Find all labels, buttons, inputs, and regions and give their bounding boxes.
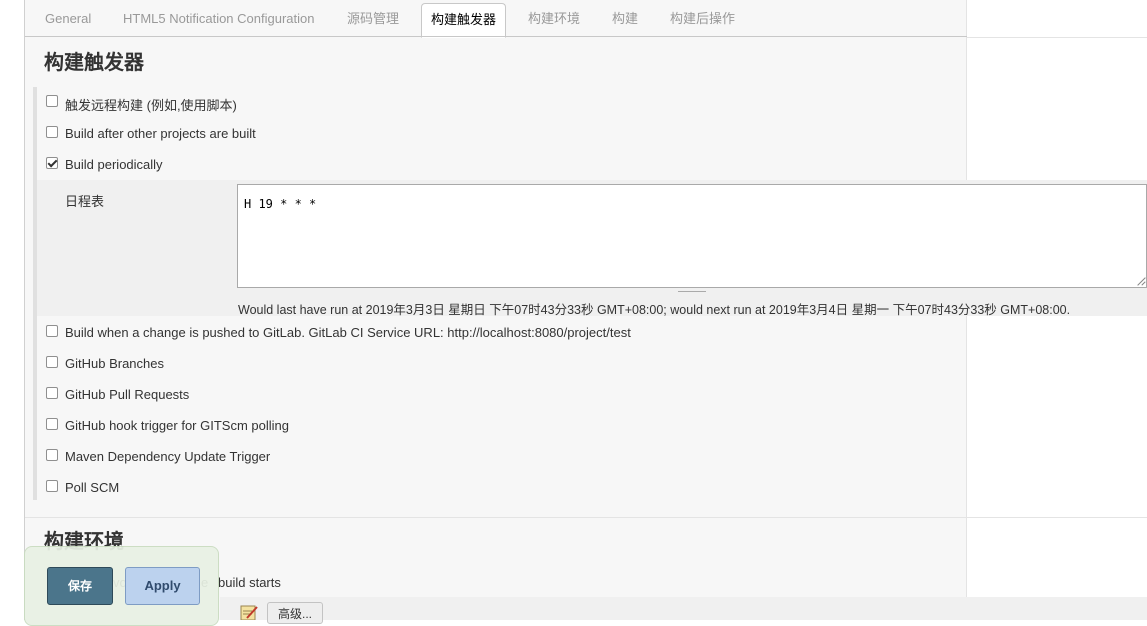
github-hook-checkbox[interactable] xyxy=(46,418,58,430)
maven-dependency-checkbox[interactable] xyxy=(46,449,58,461)
tab-html5-notification[interactable]: HTML5 Notification Configuration xyxy=(123,0,314,36)
tab-build-environment[interactable]: 构建环境 xyxy=(528,0,580,36)
tab-build-triggers[interactable]: 构建触发器 xyxy=(421,3,507,38)
apply-button[interactable]: Apply xyxy=(125,567,200,605)
tab-general[interactable]: General xyxy=(45,0,91,36)
github-branches-label: GitHub Branches xyxy=(65,356,164,371)
tab-build[interactable]: 构建 xyxy=(612,0,638,36)
env-option-row xyxy=(220,597,1147,620)
save-button[interactable]: 保存 xyxy=(47,567,113,605)
build-after-other-label: Build after other projects are built xyxy=(65,126,256,141)
gitlab-push-label: Build when a change is pushed to GitLab.… xyxy=(65,325,631,340)
schedule-textarea[interactable]: H 19 * * * xyxy=(237,184,1147,288)
schedule-help-text: Would last have run at 2019年3月3日 星期日 下午0… xyxy=(238,303,1071,317)
poll-scm-label: Poll SCM xyxy=(65,480,120,495)
build-periodically-label: Build periodically xyxy=(65,157,163,172)
notepad-icon xyxy=(239,604,259,621)
section-divider xyxy=(25,517,1147,518)
env-option-label: build starts xyxy=(218,575,281,590)
tab-bar-underline xyxy=(25,36,967,37)
textarea-resize-corner[interactable] xyxy=(1136,276,1146,286)
github-hook-label: GitHub hook trigger for GITScm polling xyxy=(65,418,289,433)
tab-bar-underline-right xyxy=(967,37,1147,38)
build-triggers-title: 构建触发器 xyxy=(44,52,144,74)
github-pull-requests-label: GitHub Pull Requests xyxy=(65,387,190,402)
tab-source-control[interactable]: 源码管理 xyxy=(347,0,399,36)
poll-scm-checkbox[interactable] xyxy=(46,480,58,492)
build-periodically-checkbox[interactable] xyxy=(46,157,58,169)
trigger-remote-label: 触发远程构建 (例如,使用脚本) xyxy=(65,98,237,113)
gitlab-push-checkbox[interactable] xyxy=(46,325,58,337)
github-branches-checkbox[interactable] xyxy=(46,356,58,368)
textarea-resize-handle[interactable] xyxy=(678,287,706,292)
build-after-other-checkbox[interactable] xyxy=(46,126,58,138)
github-pull-requests-checkbox[interactable] xyxy=(46,387,58,399)
advanced-button[interactable]: 高级... xyxy=(267,602,323,624)
trigger-remote-checkbox[interactable] xyxy=(46,95,58,107)
left-border xyxy=(24,0,25,620)
maven-dependency-label: Maven Dependency Update Trigger xyxy=(65,449,271,464)
tab-post-build[interactable]: 构建后操作 xyxy=(670,0,735,36)
schedule-label: 日程表 xyxy=(65,194,105,209)
